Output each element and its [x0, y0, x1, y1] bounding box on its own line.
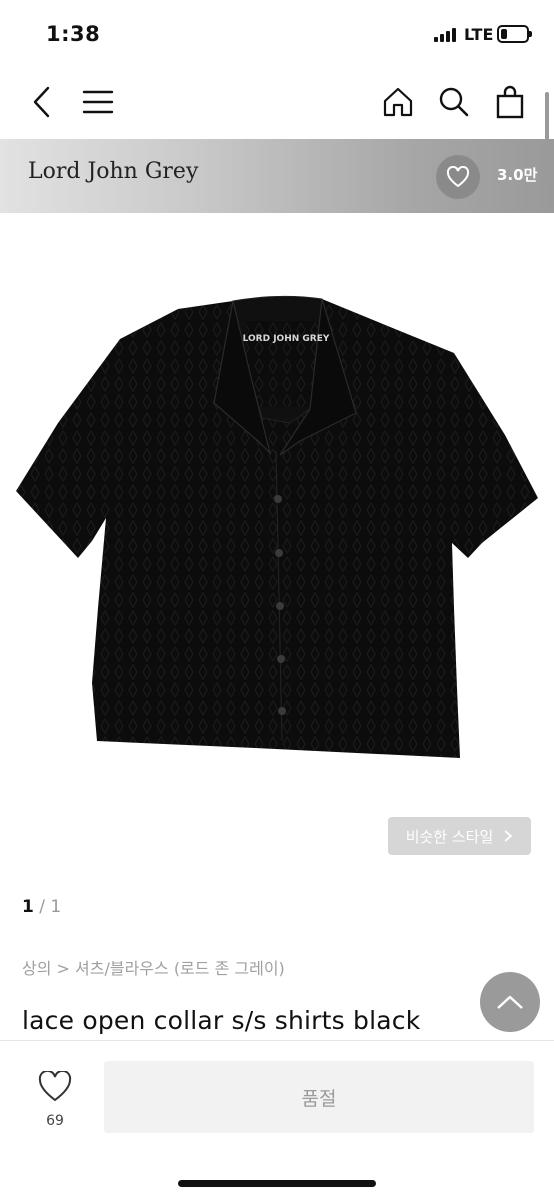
shirt-tag-label: LORD JOHN GREY [243, 334, 330, 344]
scrollbar[interactable] [545, 92, 549, 182]
heart-icon [446, 166, 470, 188]
brand-like-count: 3.0만 [497, 166, 538, 184]
scroll-to-top-button[interactable] [480, 972, 540, 1032]
battery-icon [497, 25, 532, 43]
network-type: LTE [464, 25, 494, 44]
status-bar: 1:38 LTE [0, 0, 554, 64]
hamburger-menu-icon[interactable] [78, 82, 118, 122]
soldout-label: 품절 [301, 1087, 337, 1110]
search-icon[interactable] [434, 82, 474, 122]
brand-name[interactable]: Lord John Grey [28, 159, 198, 184]
breadcrumb[interactable]: 상의 > 셔츠/블라우스 (로드 존 그레이) [22, 955, 285, 979]
heart-icon [38, 1069, 72, 1102]
product-title: lace open collar s/s shirts black [22, 1006, 421, 1035]
nav-bar [0, 64, 554, 140]
pager-separator: / [39, 897, 45, 917]
similar-style-label: 비슷한 스타일 [405, 827, 494, 846]
battery-level [501, 29, 507, 39]
signal-strength-icon [434, 28, 460, 42]
pager-current: 1 [22, 897, 34, 917]
status-time: 1:38 [46, 22, 101, 46]
shopping-bag-icon[interactable] [490, 82, 530, 122]
chevron-up-icon [497, 995, 523, 1009]
chevron-right-icon [504, 830, 513, 842]
home-indicator[interactable] [178, 1180, 376, 1187]
back-icon[interactable] [22, 82, 62, 122]
soldout-button[interactable]: 품절 [104, 1061, 534, 1133]
product-image[interactable]: LORD JOHN GREY [0, 213, 554, 873]
image-pager: 1 / 1 [22, 897, 61, 917]
pager-total: 1 [50, 897, 62, 917]
home-icon[interactable] [378, 82, 418, 122]
product-like-button[interactable]: 69 [30, 1069, 80, 1129]
product-like-count: 69 [46, 1113, 64, 1129]
brand-like-button[interactable] [436, 155, 480, 199]
bottom-action-bar: 69 품절 [0, 1040, 554, 1200]
similar-style-button[interactable]: 비슷한 스타일 [388, 817, 531, 855]
